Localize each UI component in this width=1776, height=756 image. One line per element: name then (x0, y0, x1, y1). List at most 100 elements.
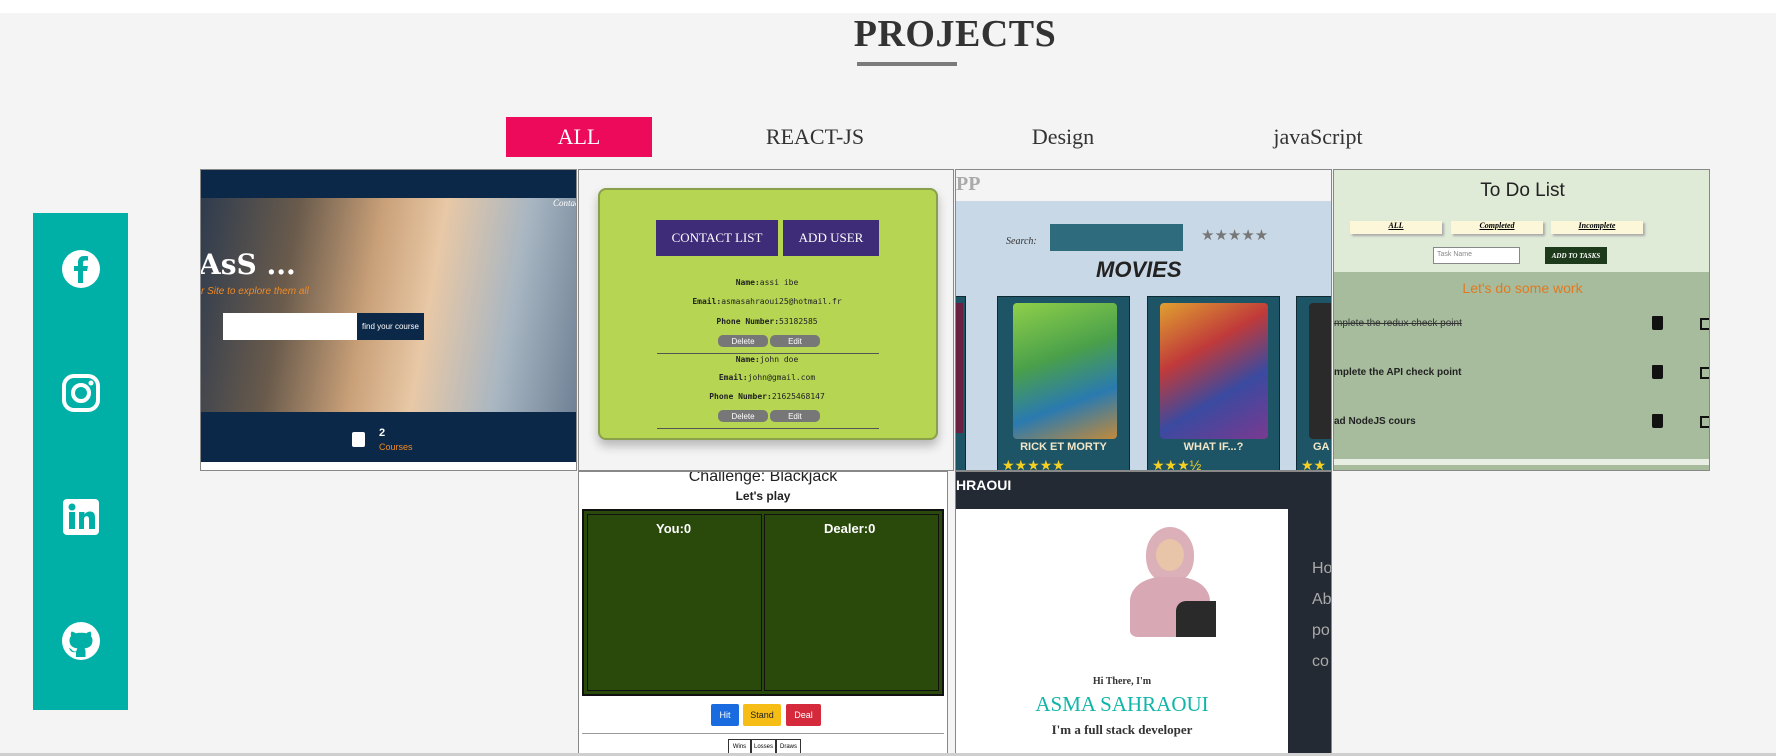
find-course-button[interactable]: find your course (357, 313, 424, 340)
movie-poster-2 (1160, 303, 1268, 439)
todo-task-input[interactable]: Task Name (1433, 247, 1520, 264)
hit-button[interactable]: Hit (711, 704, 739, 726)
profile-photo (1124, 521, 1216, 637)
project-card-portfolio[interactable]: HRAOUI Hi There, I'm ASMA SAHRAOUI I'm a… (955, 471, 1332, 756)
github-icon[interactable] (61, 621, 101, 661)
edit-icon[interactable] (1700, 367, 1709, 379)
blackjack-subtitle: Let's play (735, 489, 791, 503)
project-card-blackjack[interactable]: Challenge: Blackjack Let's play You:0 De… (578, 471, 948, 756)
trash-icon[interactable] (1652, 414, 1663, 428)
movie-card-partial-left[interactable] (956, 296, 966, 470)
todo-subtitle: Let's do some work (1462, 280, 1583, 296)
movie-rating-1: ★★★★★ (1002, 457, 1065, 471)
blackjack-divider (582, 733, 944, 734)
movies-search-input[interactable] (1050, 224, 1183, 251)
movies-rating-filter[interactable]: ★★★★★ (1201, 226, 1268, 244)
facebook-icon[interactable] (61, 249, 101, 289)
course-count: 2 (379, 427, 386, 439)
edit-icon[interactable] (1700, 318, 1709, 330)
contact-divider (657, 353, 879, 354)
contact-1-edit-button[interactable]: Edit (770, 335, 820, 347)
project-card-movies[interactable]: PP Search: ★★★★★ MOVIES RICK ET MORTY ★★… (955, 169, 1332, 471)
contact-2-phone: Phone Number:21625468147 (709, 392, 825, 401)
todo-bottom-strip (1334, 459, 1709, 465)
trash-icon[interactable] (1652, 365, 1663, 379)
todo-filter-completed[interactable]: Completed (1451, 221, 1543, 234)
movie-card-1[interactable]: RICK ET MORTY ★★★★★ (997, 296, 1130, 471)
linkedin-icon[interactable] (61, 497, 101, 537)
stat-wins: Wins (728, 739, 751, 754)
course-footer (201, 412, 576, 462)
course-nav-link[interactable]: Contact (553, 198, 576, 208)
blackjack-title: Challenge: Blackjack (688, 471, 838, 485)
movie-rating-3: ★★ (1301, 457, 1327, 471)
stat-losses: Losses (751, 739, 776, 754)
contact-2-edit-button[interactable]: Edit (770, 410, 820, 422)
contact-1-delete-button[interactable]: Delete (718, 335, 768, 347)
movie-poster-3 (1309, 303, 1331, 439)
course-subtitle: r Site to explore them all (201, 286, 309, 297)
portfolio-nav-portfolio[interactable]: po (1312, 622, 1330, 640)
title-underline (857, 62, 957, 66)
trash-icon[interactable] (1652, 316, 1663, 330)
instagram-icon[interactable] (61, 373, 101, 413)
movie-title-3: GA (1313, 441, 1330, 453)
blackjack-table: You:0 Dealer:0 (582, 509, 944, 696)
social-sidebar (33, 213, 128, 710)
course-heading: AsS ... (200, 248, 296, 281)
movies-header (956, 170, 1331, 201)
add-task-button[interactable]: ADD TO TASKS (1545, 247, 1607, 264)
course-count-label: Courses (379, 442, 413, 452)
todo-task-3: ad NodeJS cours (1334, 416, 1416, 427)
add-user-button[interactable]: ADD USER (783, 220, 879, 256)
movie-card-2[interactable]: WHAT IF...? ★★★½ (1147, 296, 1280, 471)
section-title: PROJECTS (853, 13, 1057, 55)
portfolio-nav-home[interactable]: Ho (1312, 560, 1331, 578)
dealer-score: Dealer:0 (824, 521, 876, 536)
project-card-courses[interactable]: Contact AsS ... r Site to explore them a… (200, 169, 577, 471)
todo-filter-incomplete[interactable]: Incomplete (1551, 221, 1643, 234)
portfolio-page: PROJECTS ALL REACT-JS Design javaScript (0, 0, 1776, 756)
portfolio-main: Hi There, I'm ASMA SAHRAOUI I'm a full s… (956, 509, 1288, 756)
contact-1-name: Name:assi ibe (735, 278, 799, 287)
movies-app-title: PP (956, 173, 981, 195)
contact-divider-2 (657, 428, 879, 429)
movie-title-1: RICK ET MORTY (1020, 441, 1107, 453)
movie-poster-1 (1013, 303, 1117, 439)
portfolio-brand: HRAOUI (956, 477, 1012, 493)
edit-icon[interactable] (1700, 416, 1709, 428)
project-card-contacts[interactable]: CONTACT LIST ADD USER Name:assi ibe Emai… (578, 169, 954, 471)
portfolio-role: I'm a full stack developer (1051, 722, 1193, 737)
stat-draws: Draws (776, 739, 801, 754)
book-icon (352, 432, 365, 447)
course-navbar (201, 170, 576, 198)
contact-1-email: Email:asmasahraoui25@hotmail.fr (692, 297, 842, 306)
filter-all[interactable]: ALL (506, 117, 652, 157)
contact-2-name: Name:john doe (735, 355, 799, 364)
todo-title: To Do List (1480, 180, 1565, 201)
stand-button[interactable]: Stand (743, 704, 781, 726)
movies-heading: MOVIES (1096, 257, 1182, 282)
contact-list-button[interactable]: CONTACT LIST (656, 220, 778, 256)
movie-rating-2: ★★★½ (1152, 457, 1202, 471)
filter-javascript[interactable]: javaScript (1248, 117, 1388, 157)
project-card-todo[interactable]: To Do List ALL Completed Incomplete Task… (1333, 169, 1710, 471)
movies-search-label: Search: (1006, 236, 1037, 247)
player-score: You:0 (656, 521, 692, 536)
portfolio-nav-about[interactable]: Ab (1312, 591, 1331, 609)
todo-filter-all[interactable]: ALL (1350, 221, 1442, 234)
filter-design[interactable]: Design (1000, 117, 1126, 157)
movie-card-3[interactable]: GA ★★ (1296, 296, 1331, 471)
portfolio-greeting: Hi There, I'm (1092, 676, 1152, 687)
deal-button[interactable]: Deal (786, 704, 821, 726)
course-search-input[interactable] (223, 313, 357, 340)
contact-2-email: Email:john@gmail.com (718, 373, 816, 382)
todo-task-1: mplete the redux check point (1334, 318, 1462, 329)
contact-2-delete-button[interactable]: Delete (718, 410, 768, 422)
portfolio-nav-contact[interactable]: co (1312, 653, 1329, 671)
contact-1-phone: Phone Number:53182585 (716, 317, 818, 326)
movie-title-2: WHAT IF...? (1183, 441, 1244, 453)
filter-react-js[interactable]: REACT-JS (745, 117, 885, 157)
todo-task-2: mplete the API check point (1334, 367, 1462, 378)
portfolio-name: ASMA SAHRAOUI (1035, 692, 1209, 716)
